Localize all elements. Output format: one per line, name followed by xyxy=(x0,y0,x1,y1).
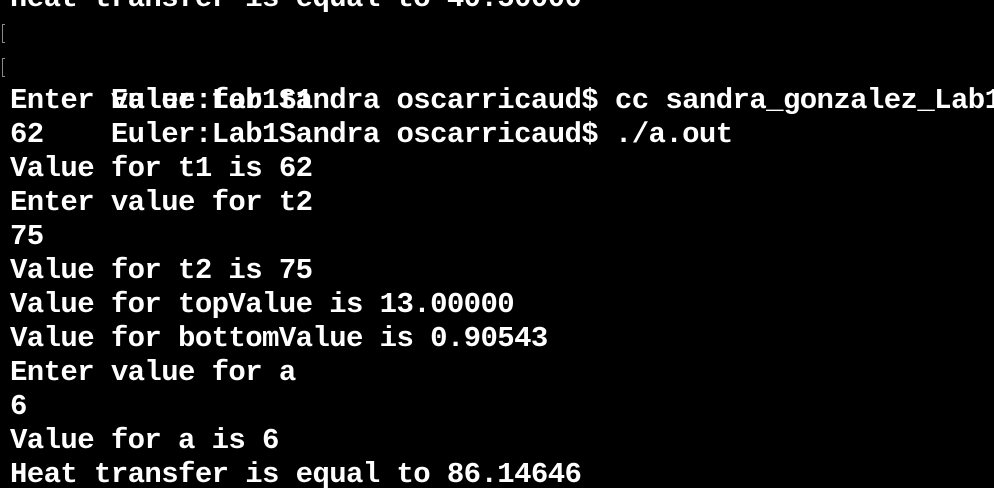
command-text: Euler:Lab1Sandra oscarricaud$ ./a.out xyxy=(110,118,733,151)
output-line: Value for t2 is 75 xyxy=(10,254,313,287)
prompt-marker-icon xyxy=(2,58,5,77)
command-line: Euler:Lab1Sandra oscarricaud$ ./a.out xyxy=(2,50,994,151)
prompt-marker-icon xyxy=(2,24,5,43)
terminal-output: Heat transfer is equal to 40.50000 Euler… xyxy=(2,0,994,488)
output-line: Heat transfer is equal to 40.50000 xyxy=(10,0,994,16)
terminal-window[interactable]: Heat transfer is equal to 40.50000 Euler… xyxy=(0,0,994,488)
output-line: Value for bottomValue is 0.90543 xyxy=(10,322,548,355)
output-line: Heat transfer is equal to 86.14646 xyxy=(10,458,582,488)
output-line: Value for a is 6 xyxy=(10,424,279,457)
output-line: Enter value for a xyxy=(10,356,296,389)
output-line: 6 xyxy=(10,390,27,423)
command-text: Euler:Lab1Sandra oscarricaud$ cc sandra_… xyxy=(110,84,994,117)
output-line: Value for topValue is 13.00000 xyxy=(10,288,515,321)
command-line: Euler:Lab1Sandra oscarricaud$ cc sandra_… xyxy=(2,16,994,117)
output-line: 75 xyxy=(10,220,44,253)
output-line: Enter value for t2 xyxy=(10,186,313,219)
output-line: Value for t1 is 62 xyxy=(10,152,313,185)
